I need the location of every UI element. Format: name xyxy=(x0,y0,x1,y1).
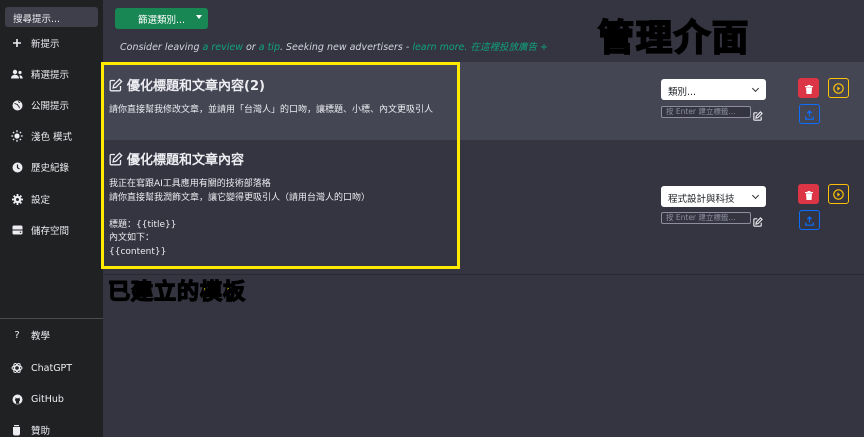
chevron-down-icon xyxy=(751,84,760,93)
ad-text-2: . Seeking new advertisers - xyxy=(279,42,413,53)
caret-down-icon xyxy=(196,15,202,19)
sidebar-item-light-mode[interactable]: 淺色 模式 xyxy=(0,126,103,146)
learn-more-link[interactable]: learn more. xyxy=(412,42,467,53)
trash-icon xyxy=(804,185,813,204)
question-icon: ? xyxy=(14,329,20,341)
sidebar-item-chatgpt[interactable]: ChatGPT xyxy=(0,358,103,378)
category-filter-label: 篩選類別... xyxy=(137,14,186,26)
share-button[interactable] xyxy=(799,210,820,230)
sidebar-item-label: 儲存空間 xyxy=(31,226,70,237)
delete-button[interactable] xyxy=(798,184,819,204)
sidebar-item-label: 贊助 xyxy=(31,426,51,437)
delete-button[interactable] xyxy=(798,78,819,98)
upload-icon xyxy=(805,105,814,124)
run-button[interactable] xyxy=(828,184,849,204)
plus-icon xyxy=(11,37,23,49)
users-icon xyxy=(11,68,23,80)
cup-icon xyxy=(11,424,23,436)
review-link[interactable]: a review xyxy=(203,42,243,53)
sidebar-item-history[interactable]: 歷史紀錄 xyxy=(0,157,103,177)
edit-tag-icon[interactable] xyxy=(753,212,763,227)
upload-icon xyxy=(805,211,814,230)
share-button[interactable] xyxy=(799,104,820,124)
annotation-title: 管理介面 xyxy=(597,17,751,60)
sidebar-item-github[interactable]: GitHub xyxy=(0,389,103,409)
ad-text-or: or xyxy=(242,42,259,53)
play-circle-icon xyxy=(833,185,844,204)
advertise-link[interactable]: 在這裡投放廣告 + xyxy=(467,42,547,53)
category-select[interactable]: 類別... xyxy=(661,79,766,100)
ad-banner: Consider leaving a review or a tip. Seek… xyxy=(120,39,548,53)
search-input[interactable]: 搜尋提示... xyxy=(5,7,98,27)
annotation-caption: 已建立的模板 xyxy=(107,279,247,305)
tag-input[interactable]: 按 Enter 建立標籤... xyxy=(661,106,751,118)
annotation-highlight-box xyxy=(101,62,460,269)
sidebar-item-label: 新提示 xyxy=(31,39,60,50)
sidebar-divider xyxy=(0,318,103,319)
category-select-value: 類別... xyxy=(668,87,697,98)
github-icon xyxy=(11,393,23,405)
database-icon xyxy=(11,224,23,236)
sidebar-item-featured[interactable]: 精選提示 xyxy=(0,64,103,84)
openai-icon xyxy=(11,362,23,374)
play-circle-icon xyxy=(833,79,844,98)
sidebar-item-new-prompt[interactable]: 新提示 xyxy=(0,33,103,53)
sidebar-item-settings[interactable]: 設定 xyxy=(0,189,103,209)
sidebar-item-label: 教學 xyxy=(31,331,51,342)
sidebar-item-tutorial[interactable]: ? 教學 xyxy=(0,325,103,345)
sidebar-item-label: GitHub xyxy=(31,393,64,405)
edit-tag-icon[interactable] xyxy=(753,106,763,121)
sidebar-item-sponsor[interactable]: 贊助 xyxy=(0,420,103,437)
category-select-value: 程式設計與科技 xyxy=(668,194,735,205)
gear-icon xyxy=(11,193,23,205)
sidebar-item-label: 精選提示 xyxy=(31,70,70,81)
globe-icon xyxy=(11,99,23,111)
chevron-down-icon xyxy=(751,191,760,200)
sidebar-item-label: 歷史紀錄 xyxy=(31,163,70,174)
trash-icon xyxy=(804,79,813,98)
run-button[interactable] xyxy=(828,78,849,98)
clock-icon xyxy=(11,161,23,173)
sidebar-item-label: ChatGPT xyxy=(31,362,73,374)
sidebar: 搜尋提示... 新提示 精選提示 公開提示 淺色 模式 歷史紀錄 設定 儲存空間… xyxy=(0,0,103,437)
category-filter-dropdown[interactable]: 篩選類別... xyxy=(115,8,208,29)
ad-text-1: Consider leaving xyxy=(120,42,203,53)
sidebar-item-label: 淺色 模式 xyxy=(31,132,73,143)
sidebar-item-label: 公開提示 xyxy=(31,101,70,112)
sidebar-item-storage[interactable]: 儲存空間 xyxy=(0,220,103,240)
tip-link[interactable]: a tip xyxy=(259,42,280,53)
tag-input[interactable]: 按 Enter 建立標籤... xyxy=(661,212,751,224)
sidebar-item-public[interactable]: 公開提示 xyxy=(0,95,103,115)
sun-icon xyxy=(11,130,23,142)
category-select[interactable]: 程式設計與科技 xyxy=(661,186,766,207)
sidebar-item-label: 設定 xyxy=(31,195,51,206)
